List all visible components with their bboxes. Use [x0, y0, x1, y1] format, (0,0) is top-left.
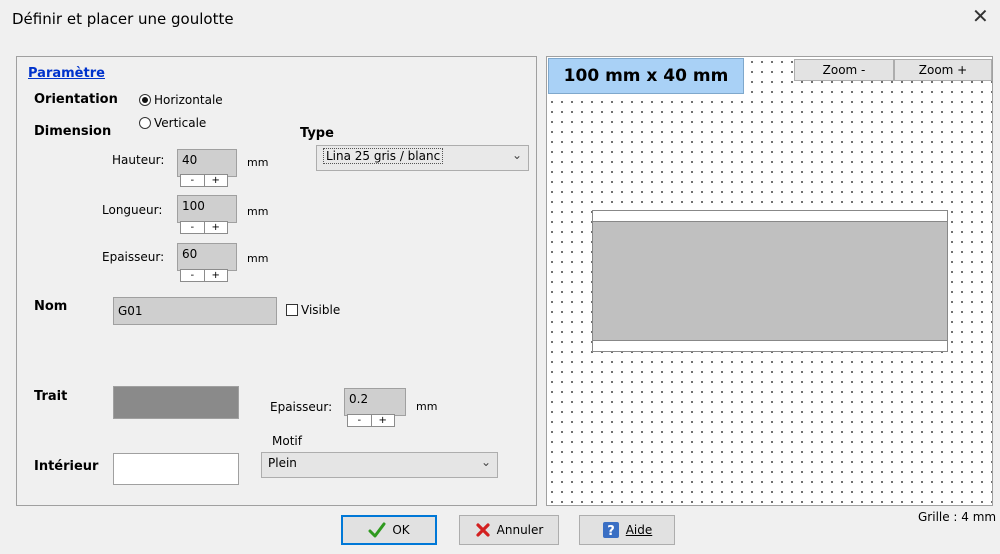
hauteur-unit: mm	[247, 156, 269, 169]
epaisseur-plus[interactable]: +	[205, 270, 228, 281]
longueur-stepper[interactable]: - +	[180, 221, 228, 234]
type-label: Type	[300, 126, 334, 141]
hauteur-plus[interactable]: +	[205, 175, 228, 186]
visible-label: Visible	[301, 303, 341, 317]
x-icon	[476, 523, 490, 537]
grid-label: Grille : 4 mm	[918, 510, 997, 524]
epaisseur-unit: mm	[247, 252, 269, 265]
motif-select[interactable]: Plein ⌄	[261, 452, 498, 478]
duct-top-edge	[593, 211, 947, 222]
close-icon[interactable]: ✕	[972, 4, 989, 28]
epaisseur-minus[interactable]: -	[181, 270, 205, 281]
help-label: Aide	[625, 523, 653, 537]
radio-verticale-label: Verticale	[154, 116, 207, 130]
hauteur-label: Hauteur:	[112, 153, 165, 167]
longueur-input[interactable]: 100	[177, 195, 237, 223]
parameters-panel: Paramètre Orientation Horizontale Vertic…	[16, 56, 537, 506]
parametre-header[interactable]: Paramètre	[28, 66, 105, 81]
trait-label: Trait	[34, 389, 68, 404]
radio-horizontale[interactable]: Horizontale	[139, 93, 223, 107]
hauteur-input[interactable]: 40	[177, 149, 237, 177]
cancel-button[interactable]: Annuler	[459, 515, 559, 545]
motif-label: Motif	[272, 434, 302, 448]
ok-label: OK	[392, 523, 410, 537]
trait-epaisseur-unit: mm	[416, 400, 438, 413]
nom-input[interactable]: G01	[113, 297, 277, 325]
duct-bottom-edge	[593, 340, 947, 351]
checkbox-icon	[286, 304, 298, 316]
motif-select-value: Plein	[268, 456, 297, 470]
type-select[interactable]: Lina 25 gris / blanc ⌄	[316, 145, 529, 171]
epaisseur-stepper[interactable]: - +	[180, 269, 228, 282]
epaisseur-label: Epaisseur:	[102, 250, 165, 264]
checkmark-icon	[368, 522, 386, 538]
radio-on-icon	[139, 94, 151, 106]
longueur-label: Longueur:	[102, 203, 163, 217]
trait-epaisseur-plus[interactable]: +	[372, 415, 395, 426]
preview-canvas[interactable]: 100 mm x 40 mm Zoom - Zoom +	[546, 56, 993, 506]
type-select-value: Lina 25 gris / blanc	[323, 148, 444, 164]
trait-epaisseur-minus[interactable]: -	[348, 415, 372, 426]
radio-verticale[interactable]: Verticale	[139, 116, 206, 130]
help-icon: ?	[602, 522, 619, 539]
hauteur-minus[interactable]: -	[181, 175, 205, 186]
nom-label: Nom	[34, 299, 68, 314]
epaisseur-input[interactable]: 60	[177, 243, 237, 271]
ok-button[interactable]: OK	[341, 515, 437, 545]
longueur-minus[interactable]: -	[181, 222, 205, 233]
dimension-label: Dimension	[34, 124, 112, 139]
trait-epaisseur-label: Epaisseur:	[270, 400, 333, 414]
radio-off-icon	[139, 117, 151, 129]
trait-epaisseur-input[interactable]: 0.2	[344, 388, 406, 416]
hauteur-stepper[interactable]: - +	[180, 174, 228, 187]
orientation-label: Orientation	[34, 92, 118, 107]
cancel-label: Annuler	[496, 523, 544, 537]
interieur-label: Intérieur	[34, 459, 99, 474]
trait-epaisseur-stepper[interactable]: - +	[347, 414, 395, 427]
visible-checkbox[interactable]: Visible	[286, 303, 340, 317]
chevron-down-icon: ⌄	[511, 148, 522, 162]
svg-text:?: ?	[607, 524, 615, 539]
zoom-in-button[interactable]: Zoom +	[894, 59, 992, 81]
longueur-unit: mm	[247, 205, 269, 218]
dialog-title: Définir et placer une goulotte	[12, 10, 234, 28]
longueur-plus[interactable]: +	[205, 222, 228, 233]
help-button[interactable]: ? Aide	[579, 515, 675, 545]
zoom-out-button[interactable]: Zoom -	[794, 59, 894, 81]
interieur-color-swatch[interactable]	[113, 453, 239, 485]
radio-horizontale-label: Horizontale	[154, 93, 223, 107]
trait-color-swatch[interactable]	[113, 386, 239, 419]
dimension-display: 100 mm x 40 mm	[548, 58, 744, 94]
chevron-down-icon: ⌄	[480, 455, 491, 469]
duct-preview-shape[interactable]	[592, 210, 948, 352]
